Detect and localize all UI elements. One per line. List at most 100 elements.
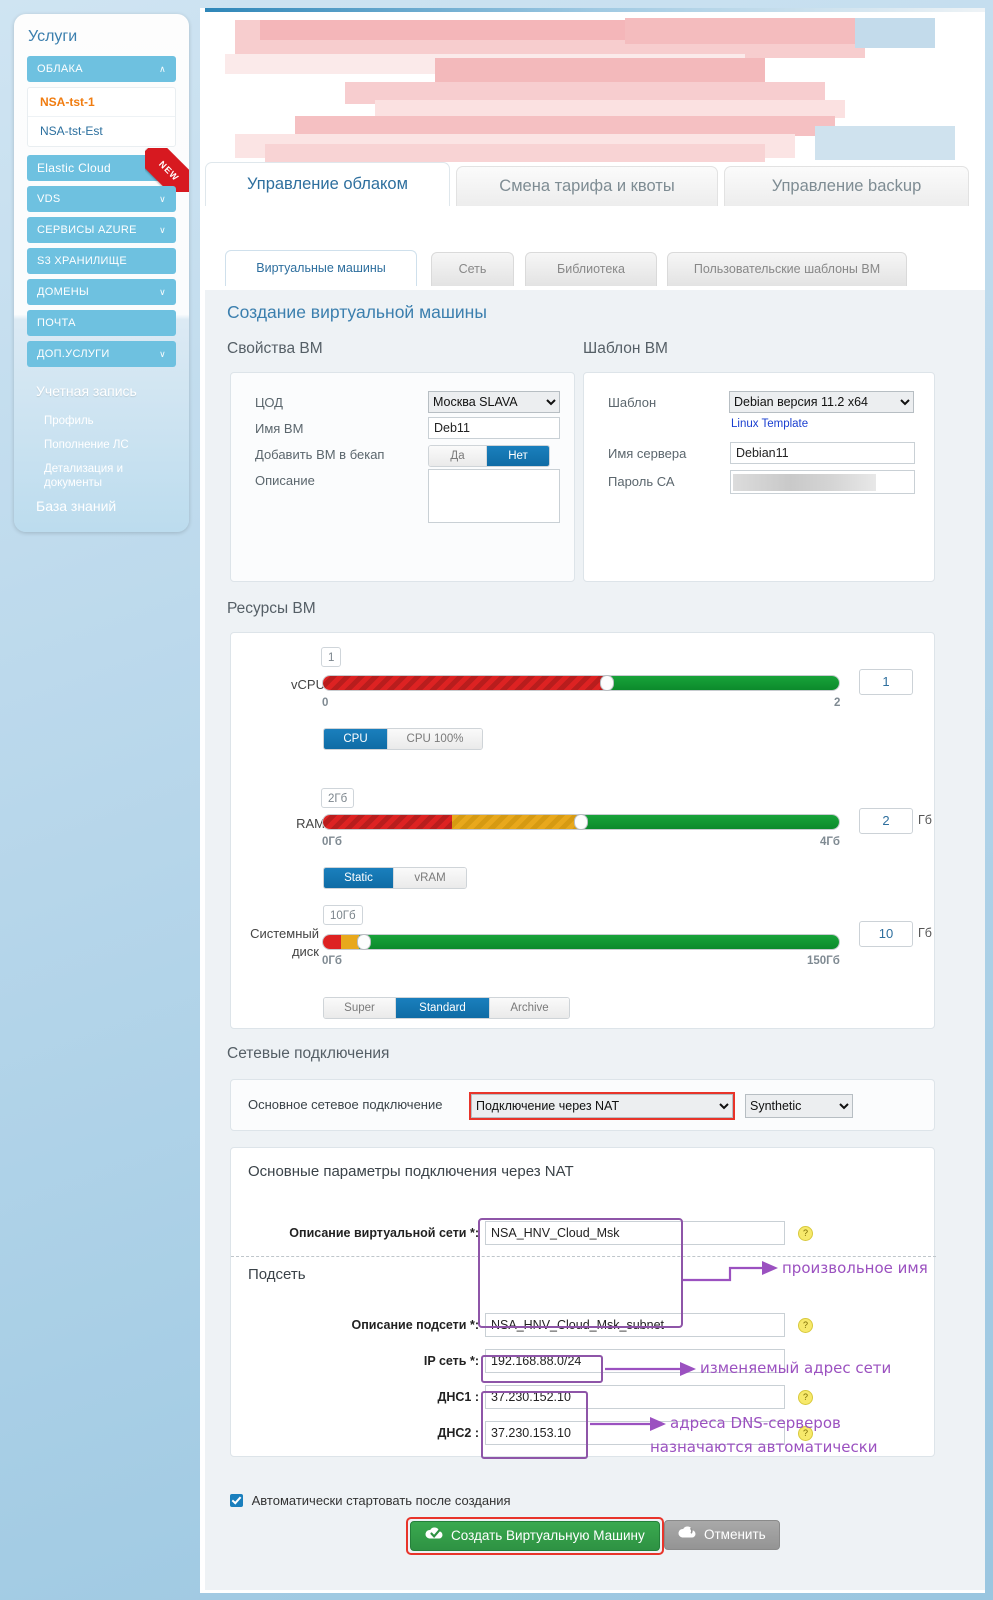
chevron-down-icon [159,279,166,305]
vnet-desc-input[interactable] [485,1221,785,1245]
resources-card: 1 vCPU 0 2 1 CPU CPU 100% 2Гб RAM 0Гб 4Г… [230,632,935,1029]
dc-select[interactable]: Москва SLAVA [428,391,560,413]
server-name-input[interactable] [730,442,915,464]
help-icon-subnet[interactable]: ? [798,1318,813,1333]
cpu-mode-toggle[interactable]: CPU CPU 100% [323,728,483,750]
sa-password-label: Пароль СА [608,474,675,489]
account-title: Учетная запись [14,379,189,409]
ram-value-input[interactable]: 2 [859,808,913,834]
resources-heading: Ресурсы ВМ [227,600,316,618]
backup-toggle[interactable]: Да Нет [428,445,550,467]
ram-fill-green [581,815,839,829]
disk-type-archive[interactable]: Archive [490,998,569,1018]
ram-mode-static[interactable]: Static [324,868,394,888]
cpu-mode-cpu[interactable]: CPU [324,729,388,749]
template-select[interactable]: Debian версия 11.2 x64 [729,391,914,413]
sidebar-item-vds[interactable]: VDS [27,186,176,212]
help-icon-dns1[interactable]: ? [798,1390,813,1405]
vcpu-value-input[interactable]: 1 [859,669,913,695]
subtab-library[interactable]: Библиотека [525,252,657,286]
sidebar-clouds-children: NSA-tst-1 NSA-tst-Est [27,87,176,147]
disk-value-input[interactable]: 10 [859,921,913,947]
network-heading: Сетевые подключения [227,1045,389,1063]
vcpu-label: vCPU [271,677,325,692]
sidebar-item-label: СЕРВИСЫ AZURE [37,217,137,243]
adapter-type-select[interactable]: Synthetic [745,1094,853,1118]
subtab-panel: Виртуальные машины Сеть Библиотека Польз… [205,206,985,292]
vm-properties-card: ЦОД Москва SLAVA Имя ВМ Добавить ВМ в бе… [230,372,575,582]
sidebar-item-nsa-tst-est[interactable]: NSA-tst-Est [28,117,175,146]
sidebar-item-azure[interactable]: СЕРВИСЫ AZURE [27,217,176,243]
dns1-input[interactable] [485,1385,785,1409]
sidebar-item-mail[interactable]: ПОЧТА [27,310,176,336]
form-body: Создание виртуальной машины Свойства ВМ … [205,290,985,1590]
cancel-label: Отменить [704,1521,766,1549]
vcpu-slider-handle[interactable] [600,675,614,691]
tab-backup-management[interactable]: Управление backup [724,166,969,206]
vnet-desc-label: Описание виртуальной сети *: [231,1226,479,1240]
subnet-desc-input[interactable] [485,1313,785,1337]
vcpu-slider-track[interactable] [322,675,840,691]
sidebar-item-extra[interactable]: ДОП.УСЛУГИ [27,341,176,367]
vm-name-input[interactable] [428,417,560,439]
page-title: Создание виртуальной машины [227,302,487,323]
account-item-profile[interactable]: Профиль [14,409,189,433]
sidebar-item-label: ДОМЕНЫ [37,279,89,305]
ram-unit-label: Гб [918,813,932,827]
network-primary-card: Основное сетевое подключение Подключение… [230,1079,935,1131]
primary-connection-select[interactable]: Подключение через NAT [471,1094,733,1118]
disk-fill-red [323,935,341,949]
disk-type-super[interactable]: Super [324,998,396,1018]
tab-cloud-management[interactable]: Управление облаком [205,162,450,206]
disk-max-label: 150Гб [807,955,840,967]
sidebar-item-nsa-tst-1[interactable]: NSA-tst-1 [28,88,175,117]
ram-slider-handle[interactable] [574,814,588,830]
subtab-user-templates[interactable]: Пользовательские шаблоны ВМ [667,252,907,286]
header-banner-blurred [205,8,985,166]
account-item-topup[interactable]: Пополнение ЛС [14,433,189,457]
sidebar-item-domains[interactable]: ДОМЕНЫ [27,279,176,305]
disk-slider-track[interactable] [322,934,840,950]
linux-template-link[interactable]: Linux Template [731,418,808,430]
subnet-desc-label: Описание подсети *: [231,1318,479,1332]
vm-template-heading: Шаблон ВМ [583,340,668,358]
account-item-details[interactable]: Детализация и документы [14,457,124,495]
vcpu-max-label: 2 [834,697,840,709]
disk-min-label: 0Гб [322,955,342,967]
cpu-mode-cpu100[interactable]: CPU 100% [388,729,482,749]
disk-type-toggle[interactable]: Super Standard Archive [323,997,570,1019]
help-icon-vnet[interactable]: ? [798,1226,813,1241]
subnet-title: Подсеть [248,1266,306,1283]
sidebar-item-label: ОБЛАКА [37,56,83,82]
ram-mode-vram[interactable]: vRAM [394,868,466,888]
ram-mode-toggle[interactable]: Static vRAM [323,867,467,889]
primary-connection-label: Основное сетевое подключение [248,1097,442,1112]
sidebar-item-clouds[interactable]: ОБЛАКА [27,56,176,82]
sidebar-item-s3[interactable]: S3 ХРАНИЛИЩЕ [27,248,176,274]
description-textarea[interactable] [428,469,560,523]
vcpu-fill-green [607,676,839,690]
backup-no-option[interactable]: Нет [487,446,549,466]
subtab-virtual-machines[interactable]: Виртуальные машины [225,250,417,286]
create-vm-button[interactable]: Создать Виртуальную Машину [410,1521,660,1551]
chevron-down-icon [159,186,166,212]
sa-password-input[interactable] [730,470,915,494]
password-masked-blur [733,474,876,491]
cancel-button[interactable]: Отменить [664,1520,780,1550]
cloud-check-icon [425,1522,444,1550]
create-vm-highlight: Создать Виртуальную Машину [406,1517,664,1555]
knowledge-base-link[interactable]: База знаний [14,495,189,518]
autostart-checkbox[interactable] [230,1494,243,1507]
dc-label: ЦОД [255,395,283,410]
disk-slider-handle[interactable] [357,934,371,950]
tab-tariff-quotas[interactable]: Смена тарифа и квоты [456,166,718,206]
backup-yes-option[interactable]: Да [429,446,487,466]
disk-type-standard[interactable]: Standard [396,998,490,1018]
vm-name-label: Имя ВМ [255,421,303,436]
divider [231,1256,936,1257]
sidebar-item-elastic-cloud[interactable]: Elastic Cloud NEW [27,155,176,181]
cloud-cancel-icon [678,1521,697,1549]
ram-min-label: 0Гб [322,836,342,848]
subtab-network[interactable]: Сеть [431,252,514,286]
sidebar-item-label: ДОП.УСЛУГИ [37,341,110,367]
